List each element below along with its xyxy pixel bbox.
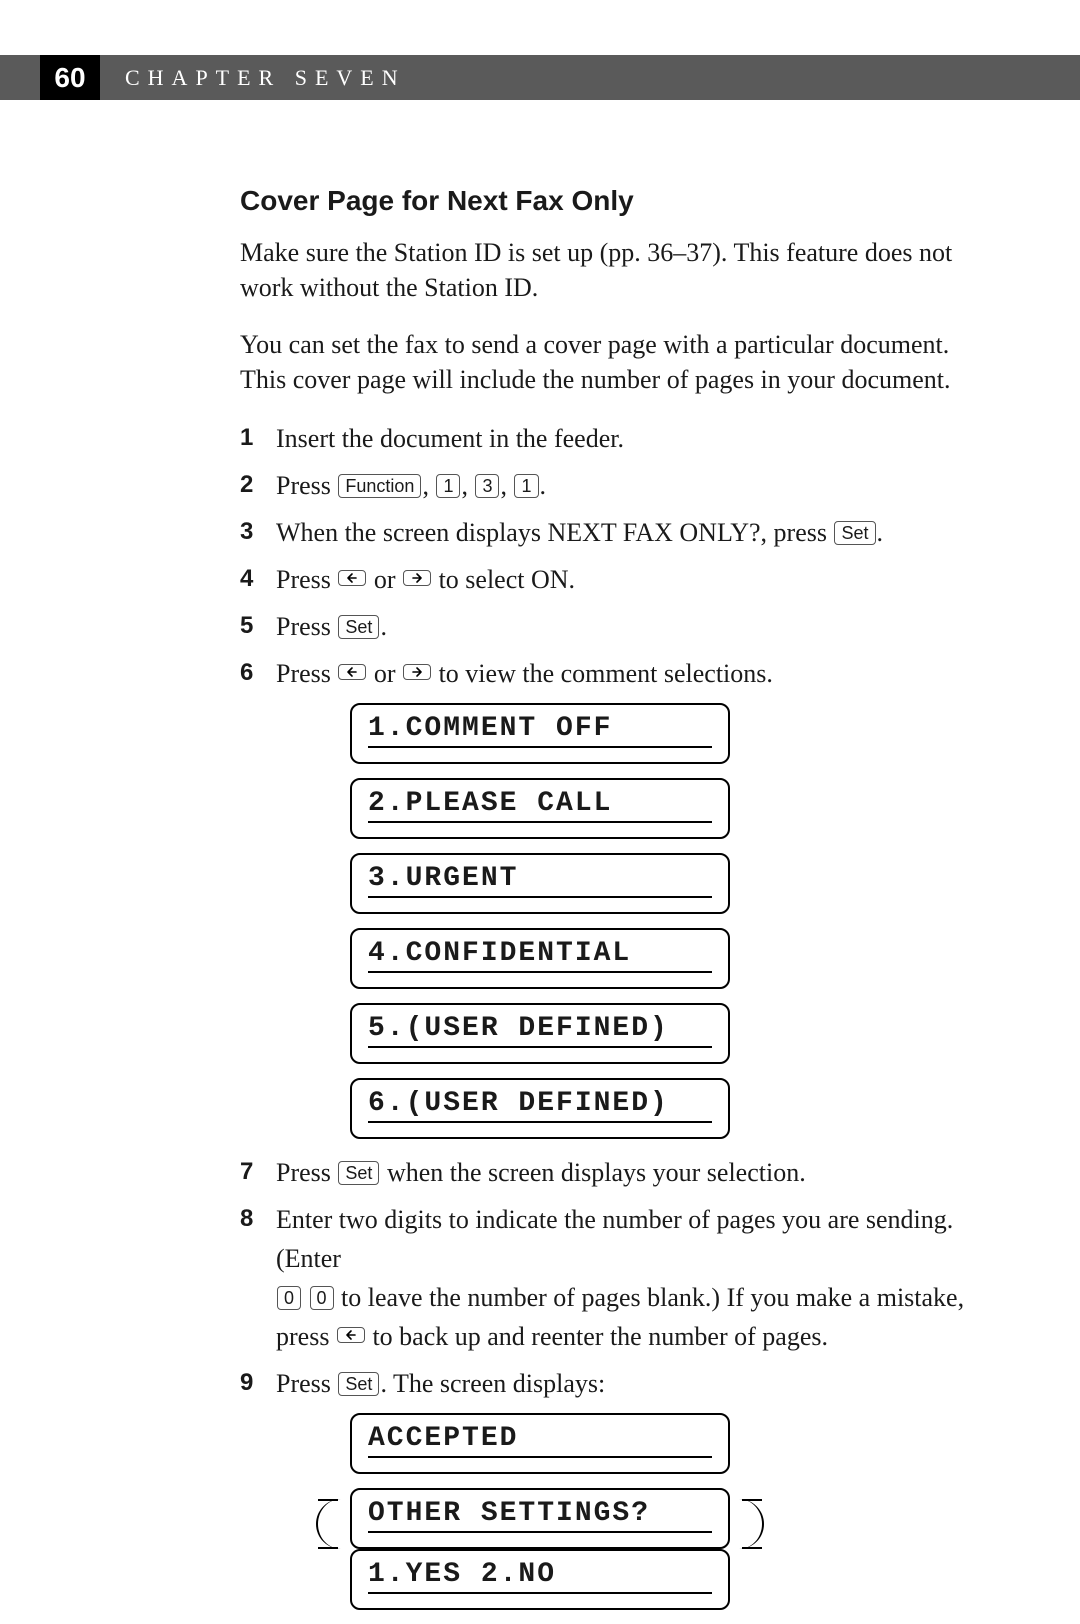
page-root: 60 CHAPTER SEVEN Cover Page for Next Fax… [0,0,1080,1519]
chapter-label: CHAPTER SEVEN [125,55,406,100]
left-arrow-icon [338,570,366,586]
lcd-display: 4.CONFIDENTIAL [350,928,730,989]
step-number: 3 [240,514,264,550]
step-text: Press or to view the comment selections. [276,654,1000,693]
text-fragment: Press [276,659,337,688]
lcd-text: 5.(USER DEFINED) [368,1013,669,1044]
step-number: 6 [240,655,264,691]
page-number: 60 [40,55,100,100]
text-fragment: Press [276,565,337,594]
step-4: 4 Press or to select ON. [240,560,1000,599]
text-fragment: Enter two digits to indicate the number … [276,1205,953,1273]
lcd-display: 1.COMMENT OFF [350,703,730,764]
lcd-text: 3.URGENT [368,863,518,894]
key-3: 3 [475,474,499,498]
steps-list: 1 Insert the document in the feeder. 2 P… [240,419,1000,1624]
lcd-display: 6.(USER DEFINED) [350,1078,730,1139]
step-5: 5 Press Set. [240,607,1000,646]
lcd-text: 2.PLEASE CALL [368,788,612,819]
step-6: 6 Press or to view the comment selection… [240,654,1000,693]
step-text: Enter two digits to indicate the number … [276,1200,1000,1356]
key-1: 1 [436,474,460,498]
step-9: 9 Press Set. The screen displays: [240,1364,1000,1403]
section-title: Cover Page for Next Fax Only [240,185,1000,217]
lcd-wrap: ACCEPTED [350,1413,730,1474]
step-text: Press Set when the screen displays your … [276,1153,1000,1192]
text-fragment: to back up and reenter the number of pag… [366,1322,828,1351]
intro-paragraph-1: Make sure the Station ID is set up (pp. … [240,235,1000,305]
step-text: Press Function, 1, 3, 1. [276,466,1000,505]
text-fragment: . [877,518,884,547]
key-0: 0 [310,1286,334,1310]
step-1: 1 Insert the document in the feeder. [240,419,1000,458]
left-arrow-icon [337,1327,365,1343]
step-number: 1 [240,420,264,456]
text-fragment: When the screen displays NEXT FAX ONLY?,… [276,518,833,547]
step-number: 5 [240,608,264,644]
lcd-text: OTHER SETTINGS? [368,1498,650,1529]
text-fragment: Press [276,1369,337,1398]
text-fragment: , [500,471,513,500]
lcd-text: 1.YES 2.NO [368,1559,556,1590]
key-1: 1 [514,474,538,498]
step-number: 8 [240,1201,264,1237]
step-7: 7 Press Set when the screen displays you… [240,1153,1000,1192]
lcd-display: ACCEPTED [350,1413,730,1474]
text-fragment: . [540,471,547,500]
text-fragment: Press [276,1158,337,1187]
text-fragment: Press [276,612,337,641]
lcd-comment-options: 1.COMMENT OFF 2.PLEASE CALL 3.URGENT 4.C… [350,703,1000,1139]
lcd-display: 1.YES 2.NO [350,1549,730,1610]
text-fragment: to view the comment selections. [432,659,773,688]
text-fragment: to select ON. [432,565,575,594]
step-text: When the screen displays NEXT FAX ONLY?,… [276,513,1000,552]
step-number: 2 [240,467,264,503]
step-8: 8 Enter two digits to indicate the numbe… [240,1200,1000,1356]
content-area: Cover Page for Next Fax Only Make sure t… [240,185,1000,1624]
step-number: 4 [240,561,264,597]
lcd-text: 4.CONFIDENTIAL [368,938,631,969]
lcd-text: 6.(USER DEFINED) [368,1088,669,1119]
step-text: Press Set. [276,607,1000,646]
text-fragment: when the screen displays your selection. [380,1158,805,1187]
text-fragment: , [461,471,474,500]
text-fragment: , [422,471,435,500]
key-set: Set [338,1372,379,1396]
lcd-text: ACCEPTED [368,1423,518,1454]
key-set: Set [338,615,379,639]
text-fragment: or [367,565,402,594]
connector-arc-right [730,1499,764,1549]
key-function: Function [338,474,421,498]
step-2: 2 Press Function, 1, 3, 1. [240,466,1000,505]
left-arrow-icon [338,664,366,680]
step-text: Insert the document in the feeder. [276,419,1000,458]
step-number: 9 [240,1365,264,1401]
key-0: 0 [277,1286,301,1310]
step-text: Press or to select ON. [276,560,1000,599]
text-fragment: . [380,612,387,641]
lcd-display: 5.(USER DEFINED) [350,1003,730,1064]
key-set: Set [834,521,875,545]
lcd-text: 1.COMMENT OFF [368,713,612,744]
text-fragment: Press [276,471,337,500]
step-text: Press Set. The screen displays: [276,1364,1000,1403]
key-set: Set [338,1161,379,1185]
connector-arc-left [316,1499,350,1549]
lcd-display: 3.URGENT [350,853,730,914]
text-fragment: . The screen displays: [380,1369,605,1398]
text-fragment: or [367,659,402,688]
step-3: 3 When the screen displays NEXT FAX ONLY… [240,513,1000,552]
lcd-wrap: 1.YES 2.NO [350,1549,730,1610]
right-arrow-icon [403,664,431,680]
right-arrow-icon [403,570,431,586]
intro-paragraph-2: You can set the fax to send a cover page… [240,327,1000,397]
step-number: 7 [240,1154,264,1190]
lcd-display: 2.PLEASE CALL [350,778,730,839]
